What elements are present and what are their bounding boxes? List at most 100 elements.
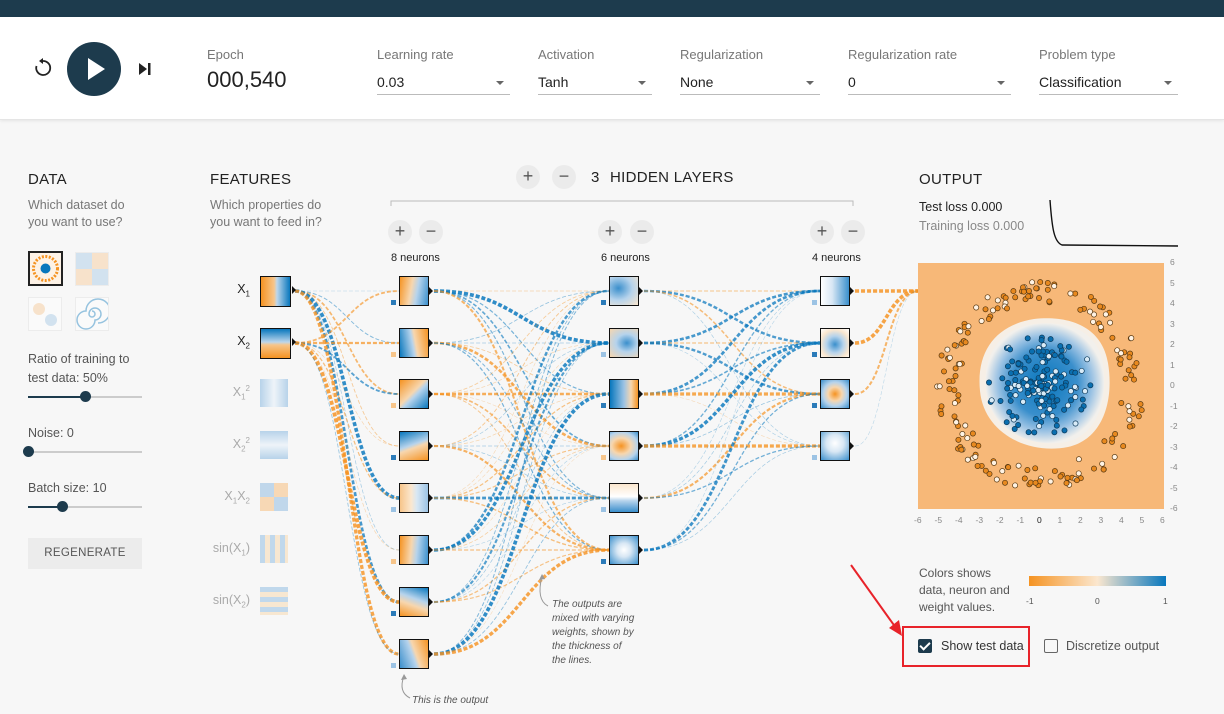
neuron[interactable] bbox=[399, 535, 433, 565]
neuron[interactable] bbox=[399, 639, 433, 669]
weight-link[interactable] bbox=[854, 289, 919, 345]
data-point-orange bbox=[1128, 372, 1135, 379]
layer-1-remove-neuron-button[interactable]: − bbox=[419, 220, 443, 244]
x-tick-label: -4 bbox=[955, 515, 963, 525]
data-point-orange bbox=[1020, 288, 1027, 295]
neuron[interactable] bbox=[609, 379, 643, 409]
data-point-orange bbox=[951, 400, 958, 407]
data-point-orange bbox=[991, 459, 997, 466]
data-point-blue bbox=[1033, 364, 1040, 370]
loss-curve bbox=[1049, 199, 1179, 247]
layer-3-remove-neuron-button[interactable]: − bbox=[841, 220, 865, 244]
data-point-orange bbox=[1032, 479, 1039, 486]
annotation-arrow bbox=[850, 564, 902, 636]
y-tick-label: 4 bbox=[1170, 298, 1175, 308]
data-point-orange bbox=[982, 306, 989, 313]
data-point-blue bbox=[1035, 348, 1042, 355]
neuron[interactable] bbox=[609, 483, 643, 513]
data-point-blue bbox=[1038, 397, 1045, 404]
bias-indicator bbox=[812, 403, 817, 408]
data-point-orange bbox=[974, 463, 981, 469]
data-point-blue bbox=[1061, 406, 1068, 413]
data-point-blue bbox=[1020, 398, 1027, 405]
color-legend-bar bbox=[1029, 576, 1166, 586]
data-point-orange bbox=[993, 476, 1000, 483]
data-point-orange bbox=[1044, 280, 1051, 286]
data-point-orange bbox=[1118, 400, 1125, 406]
add-layer-button[interactable]: + bbox=[516, 165, 540, 189]
neuron[interactable] bbox=[399, 483, 433, 513]
data-point-blue bbox=[1039, 373, 1046, 380]
weight-link[interactable] bbox=[294, 290, 400, 447]
show-test-data-checkbox[interactable] bbox=[918, 639, 932, 653]
neuron[interactable] bbox=[820, 431, 854, 461]
discretize-output-checkbox[interactable] bbox=[1044, 639, 1058, 653]
layer-3-add-neuron-button[interactable]: + bbox=[810, 220, 834, 244]
data-point-orange bbox=[1005, 464, 1012, 471]
remove-layer-button[interactable]: − bbox=[552, 165, 576, 189]
data-point-orange bbox=[1010, 288, 1017, 295]
neuron[interactable] bbox=[820, 276, 854, 306]
data-point-orange bbox=[962, 339, 969, 346]
data-point-blue bbox=[1007, 391, 1014, 398]
weight-link[interactable] bbox=[643, 290, 821, 447]
weight-link[interactable] bbox=[643, 289, 821, 345]
layer-1-add-neuron-button[interactable]: + bbox=[388, 220, 412, 244]
training-loss: Training loss 0.000 bbox=[919, 219, 1025, 233]
neuron[interactable] bbox=[399, 587, 433, 617]
data-point-orange bbox=[1047, 478, 1054, 485]
data-point-blue bbox=[1015, 383, 1022, 389]
data-point-orange bbox=[1044, 286, 1051, 293]
neuron[interactable] bbox=[609, 535, 643, 565]
y-tick-label: -6 bbox=[1170, 503, 1178, 513]
layer-1-neurons-label: 8 neurons bbox=[391, 252, 440, 264]
feature-x1x2[interactable] bbox=[260, 483, 288, 511]
data-point-orange bbox=[1002, 294, 1009, 301]
layer-2-add-neuron-button[interactable]: + bbox=[598, 220, 622, 244]
discretize-output-label[interactable]: Discretize output bbox=[1066, 639, 1159, 653]
weight-link[interactable] bbox=[294, 341, 400, 604]
output-heatmap bbox=[918, 263, 1164, 509]
data-point-orange bbox=[1057, 473, 1064, 480]
feature-x2-output bbox=[260, 328, 296, 359]
layer-2-remove-neuron-button[interactable]: − bbox=[630, 220, 654, 244]
data-point-orange bbox=[969, 430, 976, 437]
data-point-orange bbox=[1004, 305, 1010, 312]
layer-3-neurons-label: 4 neurons bbox=[812, 252, 861, 264]
data-point-orange bbox=[946, 354, 953, 361]
neuron[interactable] bbox=[820, 379, 854, 409]
neuron[interactable] bbox=[609, 328, 643, 358]
data-point-orange bbox=[1126, 354, 1133, 361]
neuron[interactable] bbox=[399, 276, 433, 306]
feature-x1-squared[interactable] bbox=[260, 379, 288, 407]
neuron[interactable] bbox=[399, 328, 433, 358]
data-point-orange bbox=[1015, 462, 1022, 469]
weight-link[interactable] bbox=[294, 342, 400, 551]
feature-x1-output bbox=[260, 276, 296, 307]
weight-link[interactable] bbox=[433, 290, 610, 603]
weights-note-5: the lines. bbox=[552, 655, 593, 666]
neuron[interactable] bbox=[609, 276, 643, 306]
neuron[interactable] bbox=[820, 328, 854, 358]
weight-link[interactable] bbox=[433, 289, 610, 552]
feature-sin-x1[interactable] bbox=[260, 535, 288, 563]
data-point-orange bbox=[1032, 465, 1039, 472]
hidden-layers-bracket bbox=[390, 200, 854, 206]
data-point-orange bbox=[1099, 460, 1106, 467]
hidden-layers-label: HIDDEN LAYERS bbox=[610, 169, 734, 186]
weight-link[interactable] bbox=[643, 290, 821, 551]
weight-link[interactable] bbox=[643, 393, 821, 551]
feature-label-sin-x1: sin(X1) bbox=[212, 541, 250, 558]
weights-note-3: weights, shown by bbox=[552, 627, 634, 638]
data-point-blue bbox=[1012, 392, 1019, 399]
x-tick-label: -2 bbox=[996, 515, 1004, 525]
feature-sin-x2[interactable] bbox=[260, 587, 288, 615]
neuron[interactable] bbox=[399, 431, 433, 461]
data-point-blue bbox=[1009, 412, 1016, 419]
feature-x2-squared[interactable] bbox=[260, 431, 288, 459]
weight-link[interactable] bbox=[643, 445, 821, 551]
neuron[interactable] bbox=[399, 379, 433, 409]
show-test-data-label[interactable]: Show test data bbox=[941, 639, 1024, 653]
neuron[interactable] bbox=[609, 431, 643, 461]
data-point-orange bbox=[1077, 306, 1084, 313]
